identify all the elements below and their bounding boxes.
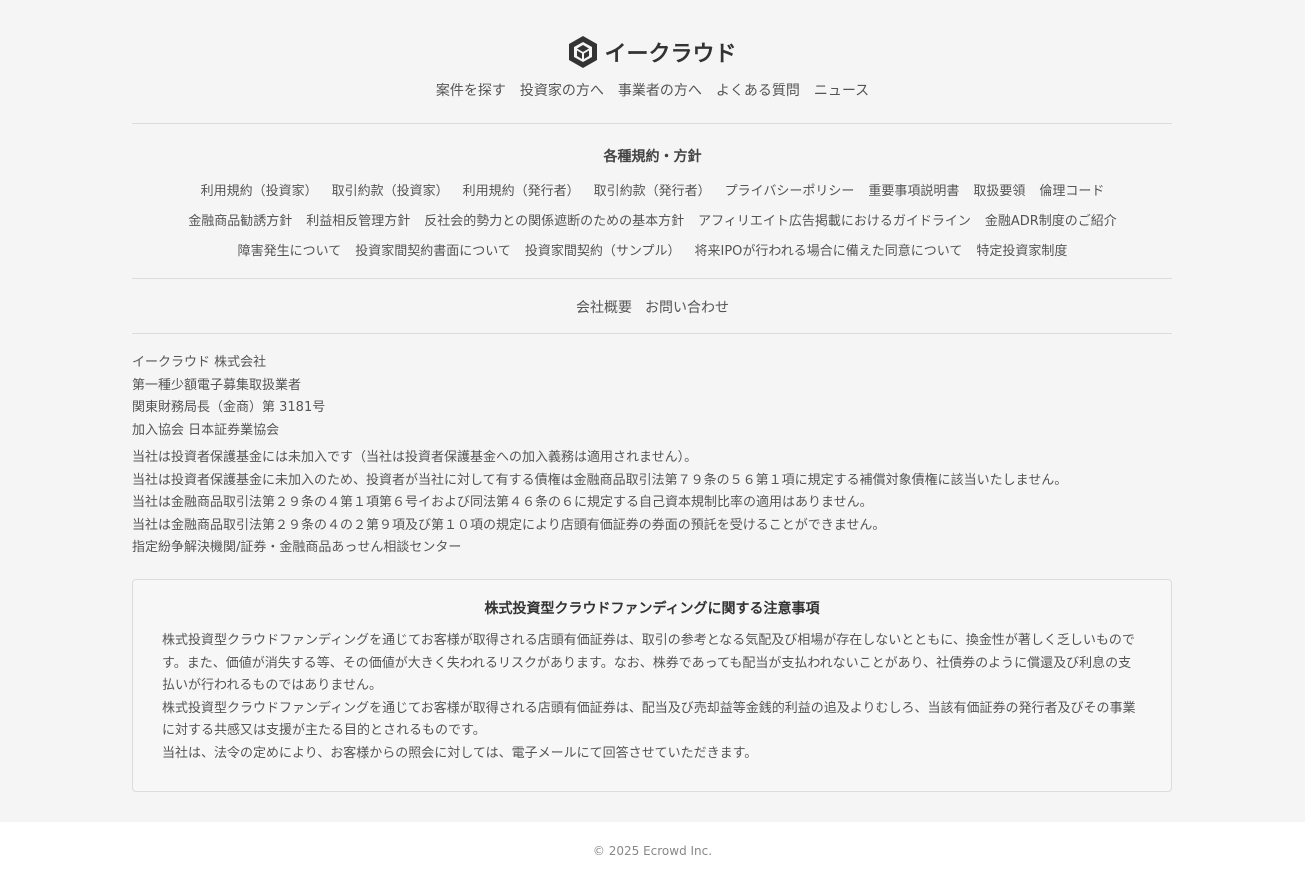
link-terms-investor[interactable]: 利用規約（投資家） xyxy=(201,180,318,199)
disclosures: 当社は投資者保護基金には未加入です（当社は投資者保護基金への加入義務は適用されま… xyxy=(132,447,1067,560)
company-nav: 会社概要 お問い合わせ xyxy=(0,297,1305,317)
page: イークラウド 案件を探す 投資家の方へ 事業者の方へ よくある質問 ニュース 各… xyxy=(0,0,1305,877)
link-solicitation-policy[interactable]: 金融商品勧誘方針 xyxy=(188,210,292,229)
company-registration: 関東財務局長（金商）第 3181号 xyxy=(132,400,326,415)
link-affiliate-guidelines[interactable]: アフィリエイト広告掲載におけるガイドライン xyxy=(698,210,971,229)
footer: © 2025 Ecrowd Inc. xyxy=(0,822,1305,877)
link-incidents[interactable]: 障害発生について xyxy=(238,240,342,259)
link-handling-guidelines[interactable]: 取扱要領 xyxy=(973,180,1025,199)
nav-for-businesses[interactable]: 事業者の方へ xyxy=(618,80,702,100)
company-name: イークラウド 株式会社 xyxy=(132,355,267,370)
link-agreement-issuer[interactable]: 取引約款（発行者） xyxy=(594,180,711,199)
divider-top xyxy=(132,123,1172,124)
link-agreement-investor[interactable]: 取引約款（投資家） xyxy=(332,180,449,199)
divider-middle xyxy=(132,278,1172,279)
disclosure-line: 当社は金融商品取引法第２９条の４第１項第６号イおよび同法第４６条の６に規定する自… xyxy=(132,495,873,510)
link-important-matters[interactable]: 重要事項説明書 xyxy=(868,180,959,199)
notice-title: 株式投資型クラウドファンディングに関する注意事項 xyxy=(484,601,820,617)
link-ipo-consent[interactable]: 将来IPOが行われる場合に備えた同意について xyxy=(694,240,962,259)
policies-title: 各種規約・方針 xyxy=(603,149,702,165)
link-antisocial-policy[interactable]: 反社会的勢力との関係遮断のための基本方針 xyxy=(424,210,684,229)
notice-paragraph: 株式投資型クラウドファンディングを通じてお客様が取得される店頭有価証券は、配当及… xyxy=(162,700,1136,739)
disclosure-line: 当社は投資者保護基金には未加入です（当社は投資者保護基金への加入義務は適用されま… xyxy=(132,450,698,465)
disclosure-line: 指定紛争解決機関/証券・金融商品あっせん相談センター xyxy=(132,540,462,555)
brand-name: イークラウド xyxy=(604,42,737,67)
link-specified-investor[interactable]: 特定投資家制度 xyxy=(976,240,1067,259)
disclosure-line: 当社は金融商品取引法第２９条の４の２第９項及び第１０項の規定により店頭有価証券の… xyxy=(132,517,886,533)
company-association: 加入協会 日本証券業協会 xyxy=(132,422,280,438)
policies-row-1: 利用規約（投資家） 取引約款（投資家） 利用規約（発行者） 取引約款（発行者） … xyxy=(0,180,1305,199)
nav-find-projects[interactable]: 案件を探す xyxy=(436,80,506,100)
notice-body: 株式投資型クラウドファンディングを通じてお客様が取得される店頭有価証券は、取引の… xyxy=(162,630,1144,765)
copyright: © 2025 Ecrowd Inc. xyxy=(592,844,713,858)
divider-bottom xyxy=(132,333,1172,334)
nav-news[interactable]: ニュース xyxy=(814,80,869,100)
link-adr-system[interactable]: 金融ADR制度のご紹介 xyxy=(985,210,1117,229)
notice-box: 株式投資型クラウドファンディングに関する注意事項 株式投資型クラウドファンディン… xyxy=(132,579,1172,792)
brand-logo[interactable]: イークラウド xyxy=(0,34,1305,70)
link-contact[interactable]: お問い合わせ xyxy=(645,297,729,317)
company-license-type: 第一種少額電子募集取扱業者 xyxy=(132,377,302,393)
disclosure-line: 当社は投資者保護基金に未加入のため、投資者が当社に対して有する債権は金融商品取引… xyxy=(132,472,1068,488)
notice-paragraph: 株式投資型クラウドファンディングを通じてお客様が取得される店頭有価証券は、取引の… xyxy=(162,633,1135,693)
nav-faq[interactable]: よくある質問 xyxy=(716,80,800,100)
link-investor-contract-docs[interactable]: 投資家間契約書面について xyxy=(355,240,511,259)
link-investor-contract-sample[interactable]: 投資家間契約（サンプル） xyxy=(525,240,681,259)
cube-logo-icon xyxy=(569,36,598,68)
link-terms-issuer[interactable]: 利用規約（発行者） xyxy=(463,180,580,199)
link-privacy-policy[interactable]: プライバシーポリシー xyxy=(725,180,855,199)
nav-for-investors[interactable]: 投資家の方へ xyxy=(520,80,604,100)
main-nav: 案件を探す 投資家の方へ 事業者の方へ よくある質問 ニュース xyxy=(0,80,1305,100)
link-ethics-code[interactable]: 倫理コード xyxy=(1039,180,1104,199)
policies-row-2: 金融商品勧誘方針 利益相反管理方針 反社会的勢力との関係遮断のための基本方針 ア… xyxy=(0,210,1305,229)
link-company-overview[interactable]: 会社概要 xyxy=(576,297,632,317)
notice-paragraph: 当社は、法令の定めにより、お客様からの照会に対しては、電子メールにて回答させてい… xyxy=(162,745,758,761)
company-info: イークラウド 株式会社 第一種少額電子募集取扱業者 関東財務局長（金商）第 31… xyxy=(132,352,325,442)
policies-row-3: 障害発生について 投資家間契約書面について 投資家間契約（サンプル） 将来IPO… xyxy=(0,240,1305,259)
link-conflict-policy[interactable]: 利益相反管理方針 xyxy=(306,210,410,229)
